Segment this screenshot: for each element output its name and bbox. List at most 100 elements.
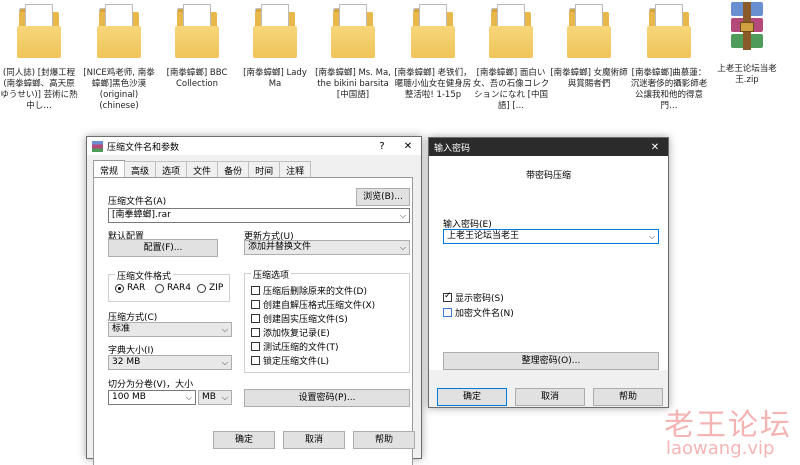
desktop-item-label: [南拳蟑螂]曲慕蓮：沉迷奢侈的攝影師老公讓我和他的得意門…: [630, 68, 708, 111]
help-icon[interactable]: ?: [369, 141, 395, 152]
password-cancel-button[interactable]: 取消: [515, 388, 585, 406]
password-dialog-title: 输入密码: [434, 143, 471, 154]
option-sfx[interactable]: 创建自解压格式压缩文件(X): [251, 298, 375, 311]
dict-value: 32 MB: [112, 357, 141, 367]
format-zip-radio[interactable]: ZIP: [197, 283, 223, 293]
method-value: 标准: [112, 324, 131, 334]
checkbox-icon: [251, 342, 260, 351]
config-button[interactable]: 配置(F)...: [108, 239, 218, 257]
password-value: 上老王论坛当老王: [447, 231, 520, 241]
radio-icon: [197, 283, 206, 293]
archive-params-dialog: 压缩文件名和参数 ? ✕ 常规 高级 选项 文件 备份 时间 注释 压缩文件名(…: [86, 136, 422, 465]
desktop-folder[interactable]: [南拳蟑螂] BBC Collection: [158, 2, 236, 90]
folder-icon: [175, 4, 219, 60]
checkbox-icon: [251, 286, 260, 295]
checkbox-icon: [251, 314, 260, 323]
option-label: 创建固实压缩文件(S): [263, 315, 348, 325]
format-rar4-radio[interactable]: RAR4: [155, 283, 191, 293]
chevron-down-icon: ⌵: [221, 393, 228, 402]
method-select[interactable]: 标准 ⌵: [108, 322, 232, 337]
chevron-down-icon[interactable]: ⌵: [400, 209, 406, 222]
password-panel: 带密码压缩 输入密码(E) 上老王论坛当老王 ⌵ 显示密码(S) 加密文件名(N…: [429, 156, 668, 370]
desktop-item-label: [南拳蟑螂] Lady Ma: [243, 68, 307, 89]
desktop-folder[interactable]: [NICE鸡老师, 南拳蟑螂]黑色沙漠 (original) (chinese): [80, 2, 158, 112]
folder-icon: [411, 4, 455, 60]
option-recovery[interactable]: 添加恢复记录(E): [251, 326, 330, 339]
option-label: 添加恢复记录(E): [263, 329, 330, 339]
chevron-down-icon: ⌵: [221, 325, 228, 334]
password-ok-button[interactable]: 确定: [437, 388, 507, 406]
option-label: 测试压缩的文件(T): [263, 343, 339, 353]
set-password-button[interactable]: 设置密码(P)...: [244, 389, 410, 407]
help-button[interactable]: 帮助: [353, 431, 415, 449]
desktop-archive-icon[interactable]: 上老王论坛当老王.zip: [708, 2, 786, 86]
option-solid[interactable]: 创建固实压缩文件(S): [251, 312, 348, 325]
checkbox-icon: [251, 328, 260, 337]
checkbox-icon: [251, 300, 260, 309]
desktop-item-label: [南拳蟑螂] Ms. Ma, the bikini barsita [中国語]: [315, 68, 391, 100]
winrar-archive-icon: [727, 2, 767, 56]
organize-passwords-button[interactable]: 整理密码(O)...: [443, 352, 659, 370]
chevron-down-icon: ⌵: [185, 393, 192, 402]
desktop-folder[interactable]: [南拳蟑螂]曲慕蓮：沉迷奢侈的攝影師老公讓我和他的得意門…: [630, 2, 708, 112]
desktop-folder[interactable]: [南拳蟑螂] Ms. Ma, the bikini barsita [中国語]: [314, 2, 392, 101]
update-mode-select[interactable]: 添加并替换文件 ⌵: [244, 240, 410, 255]
format-rar-label: RAR: [127, 283, 146, 293]
password-input[interactable]: 上老王论坛当老王 ⌵: [443, 229, 659, 244]
checkbox-icon: [443, 308, 452, 317]
desktop-folder[interactable]: [南拳蟑螂] Lady Ma: [236, 2, 314, 90]
password-help-button[interactable]: 帮助: [593, 388, 663, 406]
split-size-input[interactable]: 100 MB ⌵: [108, 390, 196, 405]
dict-select[interactable]: 32 MB ⌵: [108, 355, 232, 370]
folder-icon: [253, 4, 297, 60]
folder-icon: [647, 4, 691, 60]
format-zip-label: ZIP: [209, 283, 224, 293]
watermark-url: laowang.vip: [666, 438, 775, 459]
desktop-folder[interactable]: [南拳蟑螂] 女魔術師與賞賜者們: [550, 2, 628, 90]
desktop-item-label: (同人誌) [封爆工程 (南拳蟑螂、高天原ゆうせい)] 芸術に熱中し…: [0, 68, 78, 111]
desktop-item-label: [南拳蟑螂] BBC Collection: [166, 68, 228, 89]
format-rar-radio[interactable]: RAR: [115, 283, 145, 293]
show-password-label: 显示密码(S): [455, 294, 504, 304]
radio-selected-icon: [115, 283, 124, 293]
cancel-button[interactable]: 取消: [283, 431, 345, 449]
chevron-down-icon: ⌵: [399, 243, 406, 252]
close-icon[interactable]: ✕: [642, 142, 668, 153]
options-group-title: 压缩选项: [251, 268, 292, 281]
split-unit-value: MB: [202, 392, 216, 402]
chevron-down-icon[interactable]: ⌵: [649, 230, 655, 243]
close-icon[interactable]: ✕: [395, 141, 421, 152]
general-panel: 压缩文件名(A) 浏览(B)... [南拳蟑螂].rar ⌵ 默认配置 配置(F…: [93, 177, 413, 465]
chevron-down-icon: ⌵: [221, 358, 228, 367]
winrar-icon: [92, 140, 103, 152]
show-password-checkbox[interactable]: 显示密码(S): [443, 291, 504, 304]
desktop-folder[interactable]: [南拳蟑螂] 老铁们，暱聴小仙女在健身房整活啦! 1-15p: [394, 2, 472, 101]
browse-button[interactable]: 浏览(B)...: [356, 188, 410, 206]
archive-filename-input[interactable]: [南拳蟑螂].rar ⌵: [108, 208, 410, 223]
option-delete-after[interactable]: 压缩后删除原来的文件(D): [251, 284, 367, 297]
option-label: 创建自解压格式压缩文件(X): [263, 301, 376, 311]
folder-icon: [567, 4, 611, 60]
option-label: 压缩后删除原来的文件(D): [263, 287, 367, 297]
ok-button[interactable]: 确定: [213, 431, 275, 449]
format-rar4-label: RAR4: [167, 283, 192, 293]
encrypt-names-checkbox[interactable]: 加密文件名(N): [443, 306, 514, 319]
option-label: 锁定压缩文件(L): [263, 357, 330, 367]
desktop-item-label: 上老王论坛当老王.zip: [717, 64, 777, 85]
checkbox-icon: [251, 356, 260, 365]
folder-icon: [331, 4, 375, 60]
option-lock[interactable]: 锁定压缩文件(L): [251, 354, 329, 367]
checkbox-checked-icon: [443, 291, 452, 302]
password-dialog-titlebar[interactable]: 输入密码 ✕: [429, 138, 668, 156]
option-test[interactable]: 测试压缩的文件(T): [251, 340, 339, 353]
filename-label: 压缩文件名(A): [108, 197, 167, 207]
archive-dialog-title: 压缩文件名和参数: [107, 142, 180, 153]
desktop-folder[interactable]: [南拳蟑螂] 面白い女、吾の石像コレクションになれ [中国語] […: [472, 2, 550, 112]
desktop-item-label: [南拳蟑螂] 老铁们，暱聴小仙女在健身房整活啦! 1-15p: [394, 68, 472, 100]
desktop-item-label: [南拳蟑螂] 女魔術師與賞賜者們: [550, 68, 628, 89]
archive-dialog-titlebar[interactable]: 压缩文件名和参数 ? ✕: [87, 137, 421, 155]
desktop-folder[interactable]: (同人誌) [封爆工程 (南拳蟑螂、高天原ゆうせい)] 芸術に熱中し…: [0, 2, 78, 112]
password-heading: 带密码压缩: [525, 171, 571, 181]
split-unit-select[interactable]: MB ⌵: [198, 390, 232, 405]
archive-filename-value: [南拳蟑螂].rar: [112, 210, 171, 220]
